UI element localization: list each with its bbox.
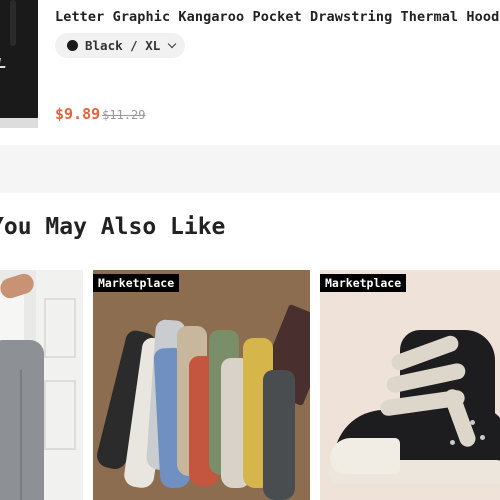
original-price: $11.29	[102, 108, 146, 122]
color-swatch-icon	[67, 40, 78, 51]
price-row: $9.89 $11.29	[55, 105, 146, 123]
product-card[interactable]: Marketplace	[93, 270, 310, 500]
section-divider	[0, 145, 500, 193]
recommendations-title: You May Also Like	[0, 214, 226, 240]
wall-panel	[44, 380, 76, 450]
current-price: $9.89	[55, 105, 101, 123]
sneaker-toe-cap	[330, 438, 400, 474]
variant-selector[interactable]: Black / XL	[55, 33, 186, 58]
cart-item: Letter Graphic Kangaroo Pocket Drawstrin…	[0, 0, 500, 145]
sock-image	[263, 370, 295, 500]
thumbnail-floor	[0, 118, 38, 128]
product-card[interactable]: Marketplace	[320, 270, 500, 500]
product-thumbnail[interactable]	[0, 0, 38, 128]
marketplace-badge: Marketplace	[93, 274, 180, 292]
chevron-down-icon	[168, 39, 177, 49]
eyelet	[480, 435, 485, 440]
jeans-image	[0, 340, 44, 500]
variant-label: Black / XL	[85, 38, 161, 53]
marketplace-badge: Marketplace	[320, 274, 407, 292]
eyelet	[470, 420, 475, 425]
wall-panel	[44, 298, 76, 358]
eyelet	[450, 440, 455, 445]
product-title[interactable]: Letter Graphic Kangaroo Pocket Drawstrin…	[55, 9, 500, 25]
product-card[interactable]	[0, 270, 83, 500]
